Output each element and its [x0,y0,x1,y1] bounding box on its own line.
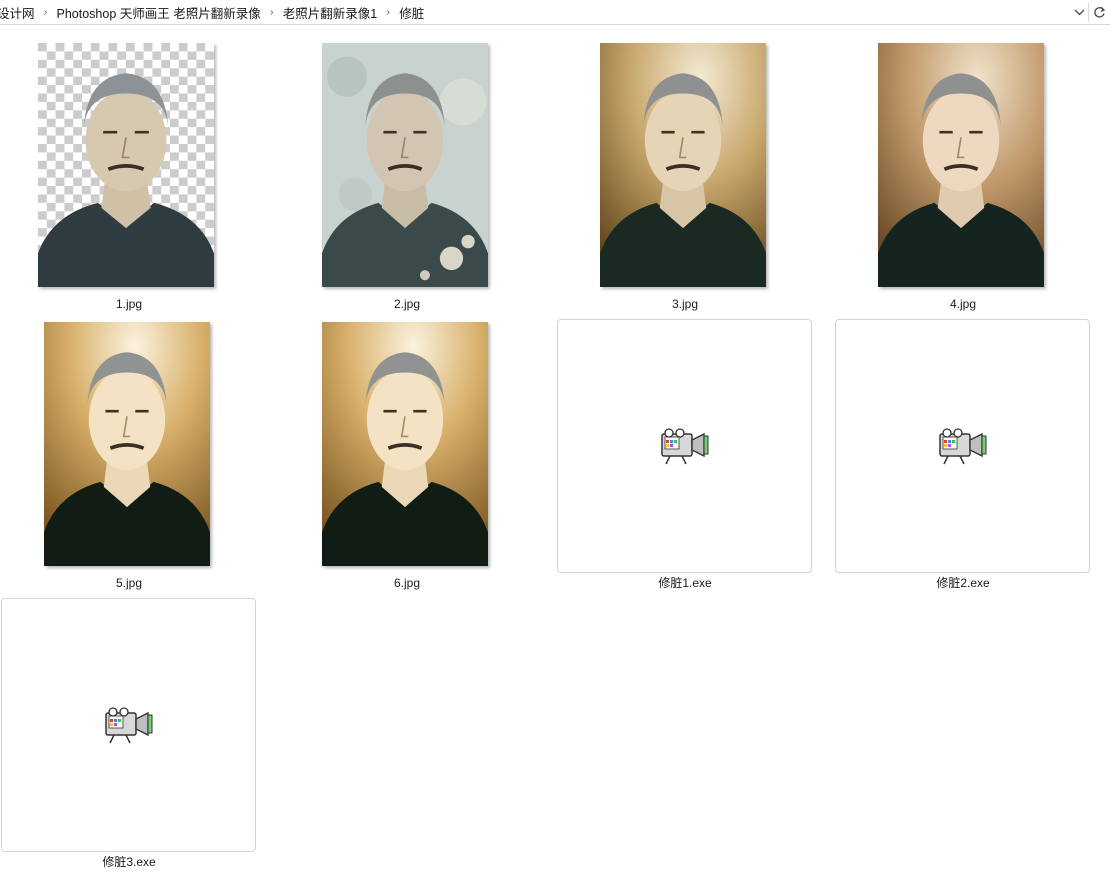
chevron-right-icon[interactable]: › [263,7,281,18]
chevron-right-icon[interactable]: › [379,7,397,18]
breadcrumb: 设计网 › Photoshop 天师画王 老照片翻新录像 › 老照片翻新录像1 … [0,0,426,24]
exe-tile[interactable] [557,319,812,573]
image-thumbnail[interactable] [44,322,210,566]
video-camera-icon [105,707,153,744]
file-name[interactable]: 修脏1.exe [558,576,812,590]
image-thumbnail[interactable] [38,43,214,287]
image-thumbnail[interactable] [322,43,488,287]
breadcrumb-item-lesson[interactable]: 老照片翻新录像1 [281,3,379,22]
file-name[interactable]: 修脏2.exe [836,576,1090,590]
file-name[interactable]: 5.jpg [2,576,256,590]
exe-tile[interactable] [835,319,1090,573]
exe-tile[interactable] [1,598,256,852]
file-name[interactable]: 修脏3.exe [2,855,256,869]
chevron-right-icon[interactable]: › [37,7,55,18]
video-camera-icon [661,428,709,465]
refresh-icon[interactable] [1090,3,1108,21]
chevron-down-icon[interactable] [1070,3,1088,21]
image-thumbnail[interactable] [600,43,766,287]
breadcrumb-item-course[interactable]: Photoshop 天师画王 老照片翻新录像 [55,3,263,22]
video-camera-icon [939,428,987,465]
file-name[interactable]: 6.jpg [280,576,534,590]
breadcrumb-item-current[interactable]: 修脏 [397,3,426,22]
breadcrumb-item-root[interactable]: 设计网 [0,3,37,22]
address-divider [1088,3,1089,22]
file-name[interactable]: 1.jpg [2,297,256,311]
file-name[interactable]: 2.jpg [280,297,534,311]
address-bar[interactable]: 设计网 › Photoshop 天师画王 老照片翻新录像 › 老照片翻新录像1 … [0,0,1110,25]
file-name[interactable]: 4.jpg [836,297,1090,311]
image-thumbnail[interactable] [322,322,488,566]
image-thumbnail[interactable] [878,43,1044,287]
file-name[interactable]: 3.jpg [558,297,812,311]
